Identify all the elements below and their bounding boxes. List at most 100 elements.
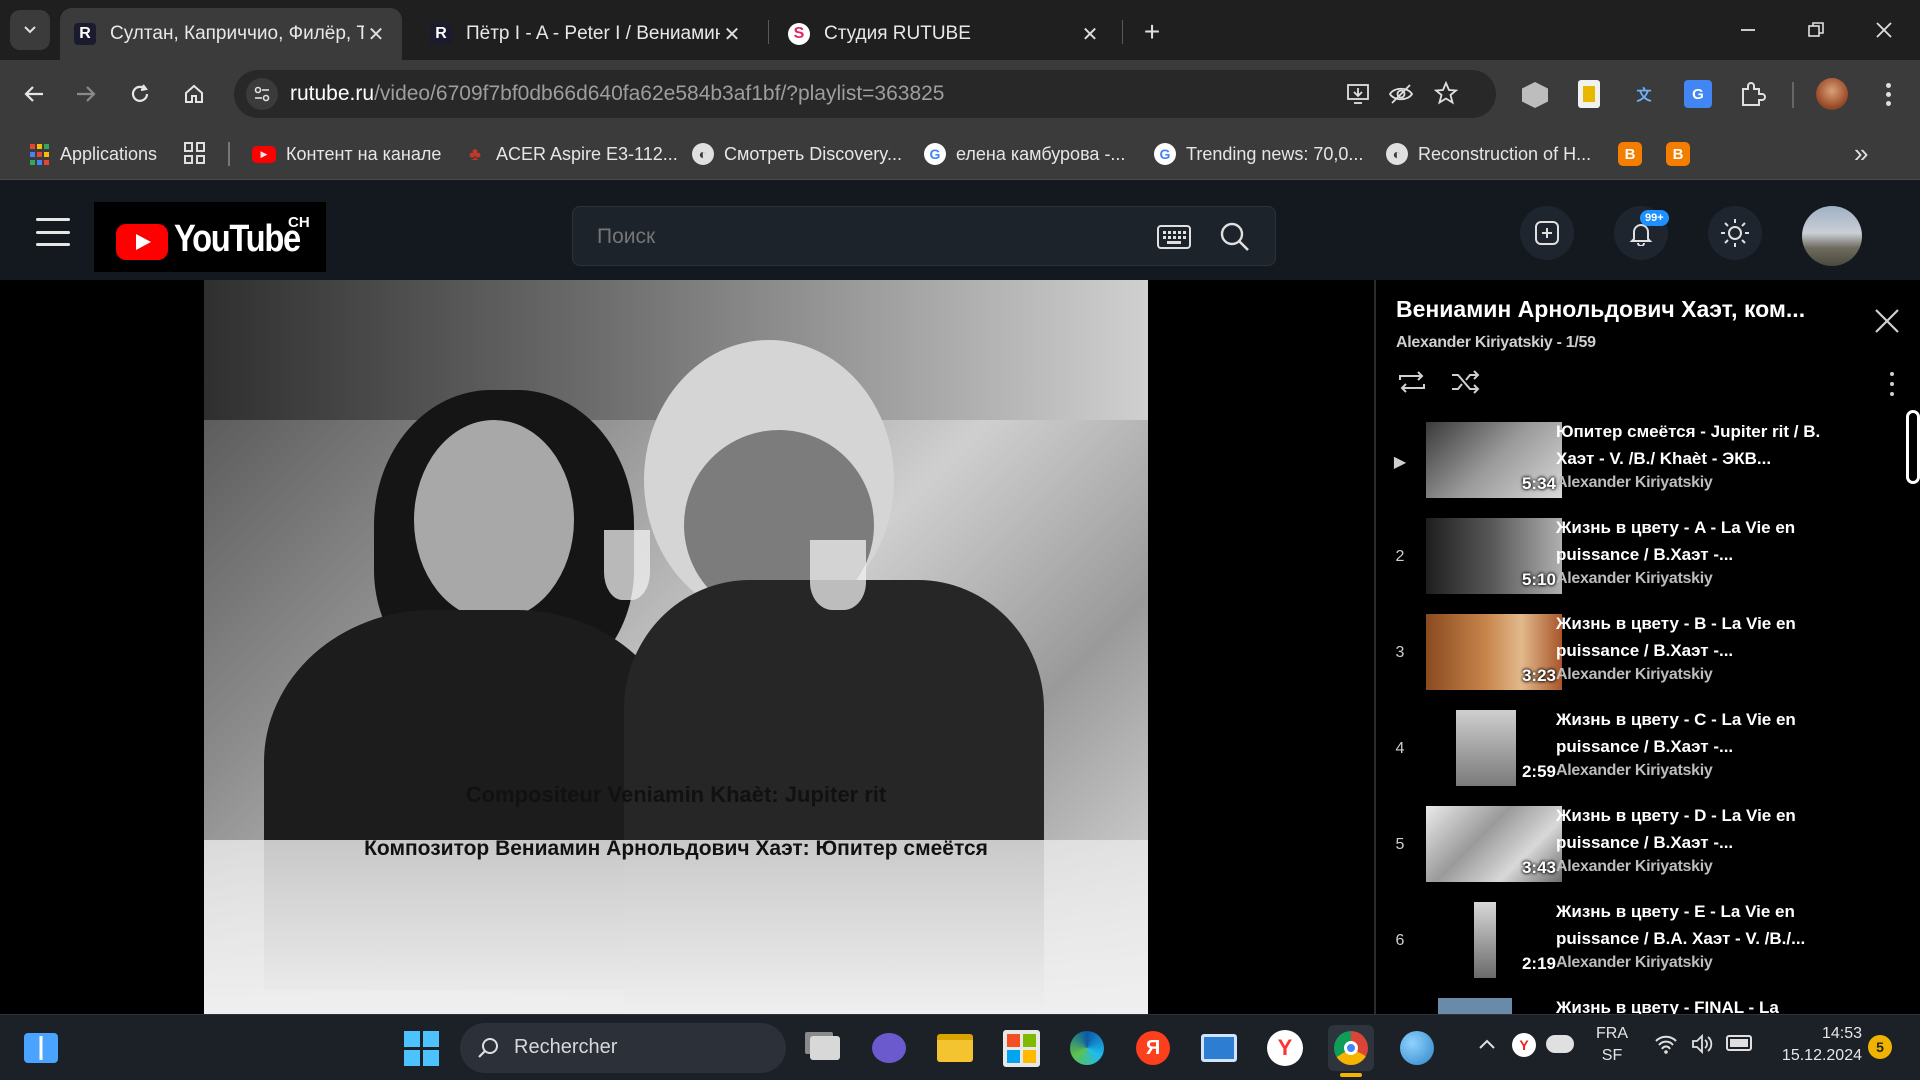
- playlist-item-6[interactable]: 6 2:19 Жизнь в цвету - E - La Vie en pui…: [1376, 898, 1896, 994]
- url-text[interactable]: rutube.ru/video/6709f7bf0db66d640fa62e58…: [290, 82, 945, 106]
- close-icon: [1876, 22, 1892, 38]
- eye-off-icon[interactable]: [1388, 82, 1414, 111]
- tab-search-button[interactable]: [10, 10, 50, 50]
- playlist-item-2[interactable]: 2 5:10 Жизнь в цвету - A - La Vie en pui…: [1376, 514, 1896, 610]
- tab-2[interactable]: R Пётр I - A - Peter I / Вениамин ✕: [416, 8, 758, 60]
- blogger-icon[interactable]: B: [1618, 142, 1642, 166]
- shuffle-button[interactable]: [1450, 368, 1482, 401]
- extensions-puzzle-icon[interactable]: [1738, 80, 1766, 113]
- bookmark-acer[interactable]: ♣ ACER Aspire E3-112...: [464, 138, 678, 170]
- google-translate-icon[interactable]: G: [1684, 80, 1712, 108]
- keyboard-icon[interactable]: [1157, 225, 1191, 254]
- show-hidden-icons[interactable]: [1476, 1033, 1498, 1060]
- playlist-item-1[interactable]: ▶ 5:34 Юпитер смеётся - Jupiter rit / В.…: [1376, 418, 1896, 514]
- bookmark-reconstruction[interactable]: ◐ Reconstruction of H...: [1386, 138, 1591, 170]
- tab-1[interactable]: R Султан, Каприччио, Филёр, Та ✕: [60, 8, 402, 60]
- new-tab-button[interactable]: +: [1134, 14, 1170, 50]
- chrome-icon[interactable]: [1328, 1025, 1374, 1071]
- bookmark-discovery[interactable]: ◐ Смотреть Discovery...: [692, 138, 902, 170]
- site-search-box[interactable]: [572, 206, 1276, 266]
- address-bar[interactable]: rutube.ru/video/6709f7bf0db66d640fa62e58…: [234, 70, 1496, 118]
- tab-3[interactable]: S Студия RUTUBE ✕: [774, 8, 1116, 60]
- wifi-icon[interactable]: [1654, 1033, 1678, 1060]
- file-explorer-icon[interactable]: [932, 1025, 978, 1071]
- site-info-icon[interactable]: [246, 78, 278, 110]
- notifications-button[interactable]: 99+: [1614, 206, 1669, 260]
- playlist-thumbnail: 2:19: [1426, 902, 1562, 978]
- playlist-item-title: Юпитер смеётся - Jupiter rit / В. Хаэт -…: [1556, 422, 1821, 468]
- bookmark-trending[interactable]: G Trending news: 70,0...: [1154, 138, 1363, 170]
- search-input[interactable]: [597, 221, 1137, 253]
- battery-icon[interactable]: [1726, 1035, 1752, 1051]
- extension-shield-icon[interactable]: [1522, 82, 1548, 108]
- search-icon[interactable]: [1219, 221, 1251, 258]
- video-caption-line-2: Композитор Вениамин Арнольдович Хаэт: Юп…: [364, 837, 988, 860]
- start-button[interactable]: [398, 1025, 444, 1071]
- language-indicator[interactable]: FRA SF: [1594, 1023, 1630, 1067]
- notification-count-badge[interactable]: 5: [1868, 1035, 1892, 1059]
- clock[interactable]: 14:53 15.12.2024: [1766, 1023, 1862, 1067]
- yandex-browser-icon[interactable]: Y: [1262, 1025, 1308, 1071]
- restore-button[interactable]: [1796, 10, 1836, 50]
- playlist-item-4[interactable]: 4 2:59 Жизнь в цвету - C - La Vie en pui…: [1376, 706, 1896, 802]
- loop-button[interactable]: [1396, 368, 1428, 401]
- profile-avatar[interactable]: [1816, 78, 1848, 110]
- shuffle-icon: [1452, 370, 1480, 394]
- volume-icon[interactable]: [1690, 1033, 1714, 1060]
- restore-icon: [1808, 22, 1824, 37]
- yandex-tray-icon[interactable]: Y: [1512, 1033, 1536, 1057]
- playlist-item-3[interactable]: 3 3:23 Жизнь в цвету - B - La Vie en pui…: [1376, 610, 1896, 706]
- playlist-scrollbar[interactable]: [1906, 410, 1920, 484]
- bookmark-applications[interactable]: Applications: [28, 138, 157, 170]
- acer-icon: ♣: [469, 143, 481, 164]
- playlist-item-title: Жизнь в цвету - E - La Vie en puissance …: [1556, 902, 1806, 948]
- widgets-icon[interactable]: [18, 1025, 64, 1071]
- back-button[interactable]: [12, 72, 56, 116]
- reload-button[interactable]: [118, 72, 162, 116]
- playlist-item-7[interactable]: Жизнь в цвету - FINAL - La: [1376, 994, 1896, 1014]
- more-bookmarks-icon[interactable]: »: [1854, 138, 1868, 169]
- windows-taskbar: Rechercher Я Y Y FRA SF 14:53 15.12.2024…: [0, 1014, 1920, 1080]
- extension-cards-icon[interactable]: [1578, 80, 1600, 108]
- browser-menu-button[interactable]: [1876, 78, 1900, 110]
- bookmark-kamburova[interactable]: G елена камбурова -...: [924, 138, 1125, 170]
- blogger-icon[interactable]: B: [1666, 142, 1690, 166]
- youtube-icon: ▶: [252, 145, 276, 163]
- playlist-item-author: Alexander Kiriyatskiy: [1556, 666, 1713, 683]
- home-button[interactable]: [172, 72, 216, 116]
- meet-camera-icon[interactable]: [866, 1025, 912, 1071]
- video-duration: 3:43: [1521, 858, 1556, 877]
- install-app-icon[interactable]: [1346, 82, 1372, 111]
- forward-button[interactable]: [64, 72, 108, 116]
- close-playlist-button[interactable]: [1874, 308, 1900, 339]
- yandex-icon[interactable]: Я: [1130, 1025, 1176, 1071]
- tab-groups-icon[interactable]: [184, 142, 206, 164]
- taskbar-search[interactable]: Rechercher: [460, 1023, 786, 1073]
- paint-icon[interactable]: [1394, 1025, 1440, 1071]
- theme-toggle-button[interactable]: [1708, 206, 1762, 260]
- edge-icon[interactable]: [1064, 1025, 1110, 1071]
- remote-desktop-icon[interactable]: [1196, 1025, 1242, 1071]
- onedrive-cloud-icon[interactable]: [1546, 1035, 1574, 1053]
- playlist-more-button[interactable]: [1886, 372, 1898, 396]
- bookmark-star-icon[interactable]: [1433, 80, 1459, 110]
- hamburger-menu-button[interactable]: [36, 218, 70, 246]
- home-icon: [185, 84, 203, 103]
- upload-video-button[interactable]: [1520, 206, 1574, 260]
- tab-close-icon[interactable]: ✕: [1078, 22, 1102, 47]
- site-logo[interactable]: YouTube CH: [94, 202, 326, 272]
- playlist-item-5[interactable]: 5 3:43 Жизнь в цвету - D - La Vie en pui…: [1376, 802, 1896, 898]
- extension-translate-icon[interactable]: 文: [1630, 80, 1658, 108]
- minimize-button[interactable]: [1728, 10, 1768, 50]
- tab-close-icon[interactable]: ✕: [720, 22, 744, 47]
- studio-favicon-icon: S: [788, 23, 810, 45]
- user-avatar[interactable]: [1802, 206, 1862, 266]
- wine-glass-icon: [604, 530, 650, 600]
- task-view-icon[interactable]: [802, 1025, 848, 1071]
- microsoft-store-icon[interactable]: [998, 1025, 1044, 1071]
- bookmark-channel-content[interactable]: ▶ Контент на канале: [252, 138, 441, 170]
- video-player[interactable]: Compositeur Veniamin Khaèt: Jupiter rit …: [0, 280, 1374, 1014]
- tab-close-icon[interactable]: ✕: [364, 22, 388, 47]
- video-frame[interactable]: Compositeur Veniamin Khaèt: Jupiter rit …: [204, 280, 1148, 1014]
- close-window-button[interactable]: [1864, 10, 1904, 50]
